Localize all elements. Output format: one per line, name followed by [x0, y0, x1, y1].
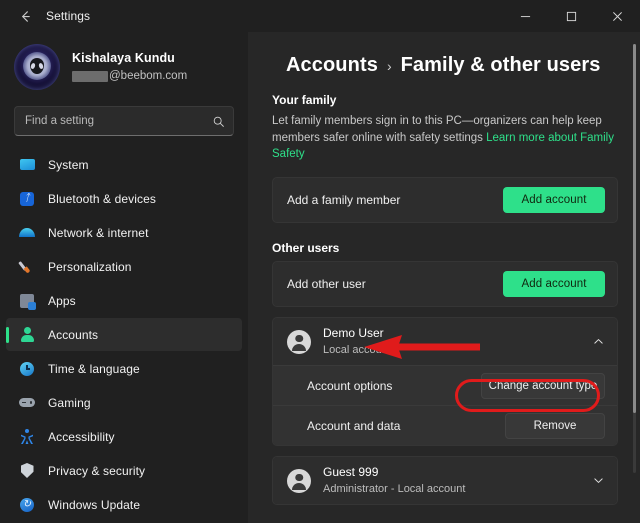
back-arrow-icon[interactable]: [8, 1, 42, 31]
profile-name: Kishalaya Kundu: [72, 50, 175, 65]
close-icon[interactable]: [594, 0, 640, 32]
sidebar-item-label: Time & language: [48, 361, 140, 376]
redaction-block: [72, 70, 108, 82]
shield-icon: [18, 462, 36, 480]
settings-window: Settings Kishalaya Kundu @beebom.com Fin…: [0, 0, 640, 523]
maximize-icon[interactable]: [548, 0, 594, 32]
paintbrush-icon: [18, 258, 36, 276]
add-other-user-label: Add other user: [287, 277, 366, 292]
user-row-guest-999[interactable]: Guest 999 Administrator - Local account: [273, 457, 617, 505]
sidebar-item-privacy-security[interactable]: Privacy & security: [6, 454, 242, 487]
account-options-label: Account options: [307, 378, 393, 393]
sidebar-item-label: Bluetooth & devices: [48, 191, 156, 206]
apps-icon: [18, 292, 36, 310]
profile-block[interactable]: Kishalaya Kundu @beebom.com: [0, 36, 248, 100]
alien-avatar-image: [14, 44, 60, 90]
sidebar-item-bluetooth-devices[interactable]: ᛏ Bluetooth & devices: [6, 182, 242, 215]
sidebar-item-label: System: [48, 157, 89, 172]
sidebar-item-label: Gaming: [48, 395, 91, 410]
sidebar-item-apps[interactable]: Apps: [6, 284, 242, 317]
account-icon: [18, 326, 36, 344]
title-bar: Settings: [0, 0, 640, 32]
content-inner: Accounts › Family & other users Your fam…: [248, 32, 640, 523]
sidebar-item-personalization[interactable]: Personalization: [6, 250, 242, 283]
user-name: Demo User: [323, 326, 384, 341]
user-group-guest-999: Guest 999 Administrator - Local account: [272, 456, 618, 506]
user-subtitle: Administrator - Local account: [323, 482, 466, 495]
system-icon: [18, 156, 36, 174]
search-box[interactable]: [14, 106, 234, 136]
scrollbar-thumb[interactable]: [633, 44, 636, 413]
user-text: Guest 999 Administrator - Local account: [323, 465, 465, 496]
user-text: Demo User Local account: [323, 326, 391, 357]
sidebar-item-accessibility[interactable]: Accessibility: [6, 420, 242, 453]
search-wrapper: [0, 100, 248, 146]
sidebar: Kishalaya Kundu @beebom.com Find a setti…: [0, 32, 248, 523]
account-options-row: Account options Change account type: [273, 365, 617, 406]
sidebar-item-label: Apps: [48, 293, 76, 308]
user-group-demo-user: Demo User Local account Account options: [272, 317, 618, 447]
update-icon: ↻: [18, 496, 36, 514]
profile-text: Kishalaya Kundu @beebom.com: [72, 51, 187, 84]
bluetooth-icon: ᛏ: [18, 190, 36, 208]
window-controls: [502, 0, 640, 32]
profile-email: @beebom.com: [72, 69, 187, 83]
minimize-icon[interactable]: [502, 0, 548, 32]
wifi-icon: [18, 224, 36, 242]
profile-email-domain: @beebom.com: [109, 70, 188, 83]
window-body: Kishalaya Kundu @beebom.com Find a setti…: [0, 32, 640, 523]
content-pane: Accounts › Family & other users Your fam…: [248, 32, 640, 523]
sidebar-nav: System ᛏ Bluetooth & devices Network & i…: [0, 146, 248, 523]
window-title: Settings: [46, 9, 91, 23]
sidebar-item-label: Windows Update: [48, 497, 141, 512]
sidebar-item-accounts[interactable]: Accounts: [6, 318, 242, 351]
add-family-account-button[interactable]: Add account: [503, 187, 605, 214]
chevron-down-icon[interactable]: [592, 474, 605, 487]
search-icon[interactable]: [212, 115, 225, 128]
gamepad-icon: [18, 394, 36, 412]
search-input[interactable]: [25, 115, 212, 127]
breadcrumb: Accounts › Family & other users: [286, 54, 618, 77]
user-avatar-icon: [287, 329, 311, 354]
sidebar-item-label: Network & internet: [48, 225, 149, 240]
sidebar-item-gaming[interactable]: Gaming: [6, 386, 242, 419]
account-and-data-row: Account and data Remove: [273, 405, 617, 446]
sidebar-item-windows-update[interactable]: ↻ Windows Update: [6, 488, 242, 521]
sidebar-item-network-internet[interactable]: Network & internet: [6, 216, 242, 249]
sidebar-item-time-language[interactable]: Time & language: [6, 352, 242, 385]
user-avatar-icon: [287, 468, 311, 493]
sidebar-item-label: Privacy & security: [48, 463, 146, 478]
add-family-member-card: Add a family member Add account: [272, 177, 618, 224]
page-title: Family & other users: [400, 54, 601, 76]
accessibility-icon: [18, 428, 36, 446]
breadcrumb-root[interactable]: Accounts: [286, 54, 378, 77]
add-other-user-card: Add other user Add account: [272, 261, 618, 308]
chevron-right-icon: ›: [386, 58, 392, 74]
change-account-type-button[interactable]: Change account type: [481, 372, 605, 399]
user-row-demo-user[interactable]: Demo User Local account: [273, 318, 617, 366]
sidebar-item-label: Accounts: [48, 327, 99, 342]
sidebar-item-system[interactable]: System: [6, 148, 242, 181]
content-scrollbar[interactable]: [633, 44, 636, 473]
other-users-heading: Other users: [272, 241, 340, 256]
add-other-user-account-button[interactable]: Add account: [503, 271, 605, 298]
your-family-heading: Your family: [272, 93, 337, 107]
clock-icon: [18, 360, 36, 378]
sidebar-item-label: Personalization: [48, 259, 132, 274]
your-family-description: Let family members sign in to this PC—or…: [272, 113, 618, 163]
sidebar-item-label: Accessibility: [48, 429, 115, 444]
user-subtitle: Local account: [323, 343, 391, 356]
chevron-up-icon[interactable]: [592, 335, 605, 348]
account-and-data-label: Account and data: [307, 418, 401, 433]
remove-account-button[interactable]: Remove: [505, 412, 605, 439]
user-name: Guest 999: [323, 465, 379, 480]
add-family-member-label: Add a family member: [287, 193, 401, 208]
